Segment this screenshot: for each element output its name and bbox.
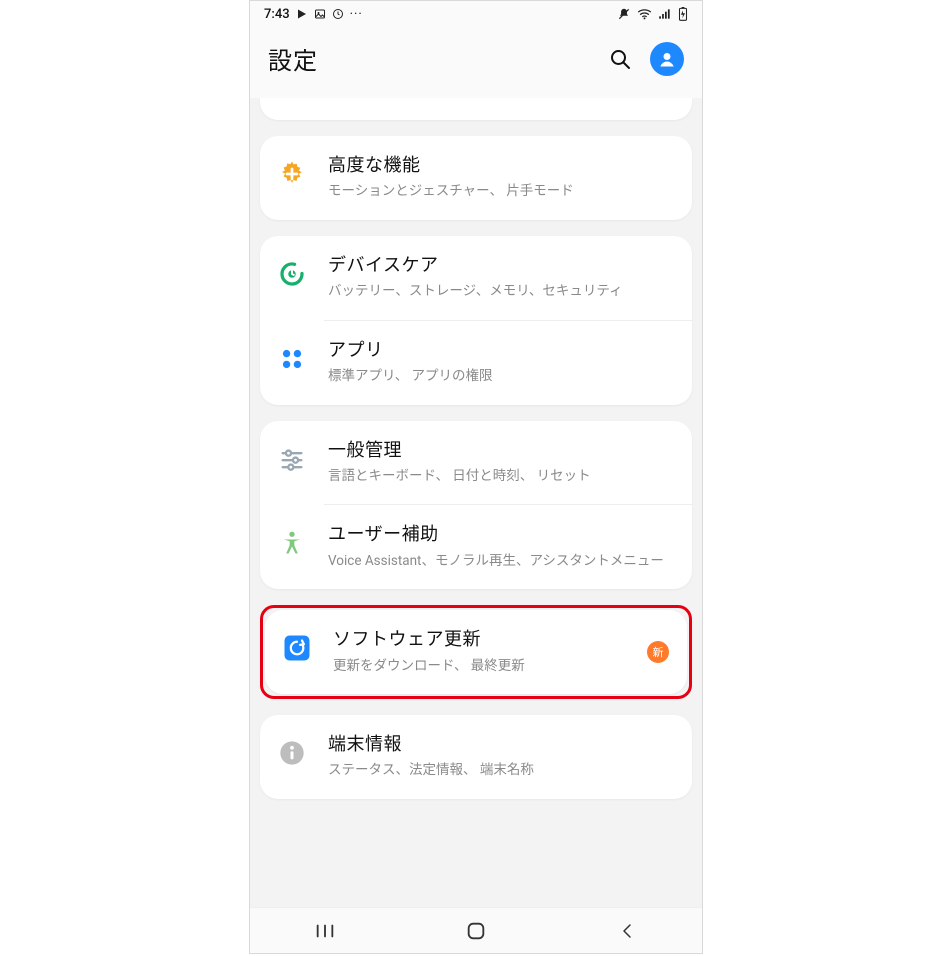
settings-item-accessibility[interactable]: ユーザー補助 Voice Assistant、モノラル再生、アシスタントメニュー — [260, 505, 692, 589]
settings-item-title: ソフトウェア更新 — [333, 628, 629, 652]
settings-item-general-management[interactable]: 一般管理 言語とキーボード、 日付と時刻、 リセット — [260, 421, 692, 505]
wifi-icon — [637, 8, 652, 20]
settings-item-sub: ステータス、法定情報、 端末名称 — [328, 761, 674, 781]
image-icon — [314, 8, 326, 20]
settings-item-advanced-features[interactable]: 高度な機能 モーションとジェスチャー、 片手モード — [260, 136, 692, 220]
list-card: 一般管理 言語とキーボード、 日付と時刻、 リセット ユーザー補助 Voice … — [260, 421, 692, 590]
settings-item-title: デバイスケア — [328, 254, 674, 278]
list-card: ソフトウェア更新 更新をダウンロード、 最終更新 新 — [265, 610, 687, 694]
settings-item-text: デバイスケア バッテリー、ストレージ、メモリ、セキュリティ — [328, 254, 674, 302]
settings-list[interactable]: 高度な機能 モーションとジェスチャー、 片手モード デバイスケア バッテリー、ス… — [250, 98, 702, 907]
header: 設定 — [250, 27, 702, 98]
new-badge: 新 — [647, 641, 669, 663]
status-left: 7:43 ··· — [264, 7, 363, 22]
list-card: 高度な機能 モーションとジェスチャー、 片手モード — [260, 136, 692, 220]
settings-item-title: アプリ — [328, 339, 674, 363]
settings-item-title: 高度な機能 — [328, 154, 674, 178]
update-icon — [279, 630, 315, 666]
settings-item-software-update[interactable]: ソフトウェア更新 更新をダウンロード、 最終更新 新 — [265, 610, 687, 694]
settings-item-title: 端末情報 — [328, 733, 674, 757]
list-card: 端末情報 ステータス、法定情報、 端末名称 — [260, 715, 692, 799]
settings-item-text: 端末情報 ステータス、法定情報、 端末名称 — [328, 733, 674, 781]
recent-apps-button[interactable] — [295, 922, 355, 940]
clock-icon — [332, 8, 344, 20]
search-button[interactable] — [608, 47, 632, 71]
plus-gear-icon — [274, 156, 310, 192]
settings-item-text: アプリ 標準アプリ、 アプリの権限 — [328, 339, 674, 387]
highlight-box: ソフトウェア更新 更新をダウンロード、 最終更新 新 — [260, 605, 692, 699]
settings-item-about-device[interactable]: 端末情報 ステータス、法定情報、 端末名称 — [260, 715, 692, 799]
settings-item-sub: 更新をダウンロード、 最終更新 — [333, 657, 629, 677]
home-button[interactable] — [446, 920, 506, 942]
mute-icon — [617, 7, 631, 21]
play-store-icon — [296, 8, 308, 20]
more-icon: ··· — [350, 7, 363, 22]
settings-item-sub: 言語とキーボード、 日付と時刻、 リセット — [328, 467, 674, 487]
account-button[interactable] — [650, 42, 684, 76]
settings-item-sub: モーションとジェスチャー、 片手モード — [328, 182, 674, 202]
status-bar: 7:43 ··· — [250, 1, 702, 27]
signal-icon — [658, 8, 672, 20]
settings-item-text: ユーザー補助 Voice Assistant、モノラル再生、アシスタントメニュー — [328, 523, 674, 571]
settings-item-text: ソフトウェア更新 更新をダウンロード、 最終更新 — [333, 628, 629, 676]
settings-item-device-care[interactable]: デバイスケア バッテリー、ストレージ、メモリ、セキュリティ — [260, 236, 692, 320]
settings-item-apps[interactable]: アプリ 標準アプリ、 アプリの権限 — [260, 321, 692, 405]
header-actions — [608, 42, 684, 76]
settings-item-text: 高度な機能 モーションとジェスチャー、 片手モード — [328, 154, 674, 202]
navigation-bar — [250, 907, 702, 953]
settings-item-sub: 標準アプリ、 アプリの権限 — [328, 367, 674, 387]
settings-item-title: ユーザー補助 — [328, 523, 674, 547]
apps-grid-icon — [274, 341, 310, 377]
battery-charging-icon — [678, 7, 688, 21]
settings-item-title: 一般管理 — [328, 439, 674, 463]
phone-frame: 7:43 ··· — [249, 0, 703, 954]
page-title: 設定 — [268, 41, 608, 76]
settings-item-sub: バッテリー、ストレージ、メモリ、セキュリティ — [328, 282, 674, 302]
list-card-partial — [260, 98, 692, 120]
status-time: 7:43 — [264, 7, 290, 22]
device-care-icon — [274, 256, 310, 292]
sliders-icon — [274, 441, 310, 477]
settings-item-sub: Voice Assistant、モノラル再生、アシスタントメニュー — [328, 552, 674, 572]
back-button[interactable] — [597, 922, 657, 940]
list-card: デバイスケア バッテリー、ストレージ、メモリ、セキュリティ アプリ 標準アプリ、… — [260, 236, 692, 405]
info-icon — [274, 735, 310, 771]
accessibility-icon — [274, 525, 310, 561]
settings-item-text: 一般管理 言語とキーボード、 日付と時刻、 リセット — [328, 439, 674, 487]
status-right — [617, 7, 688, 21]
